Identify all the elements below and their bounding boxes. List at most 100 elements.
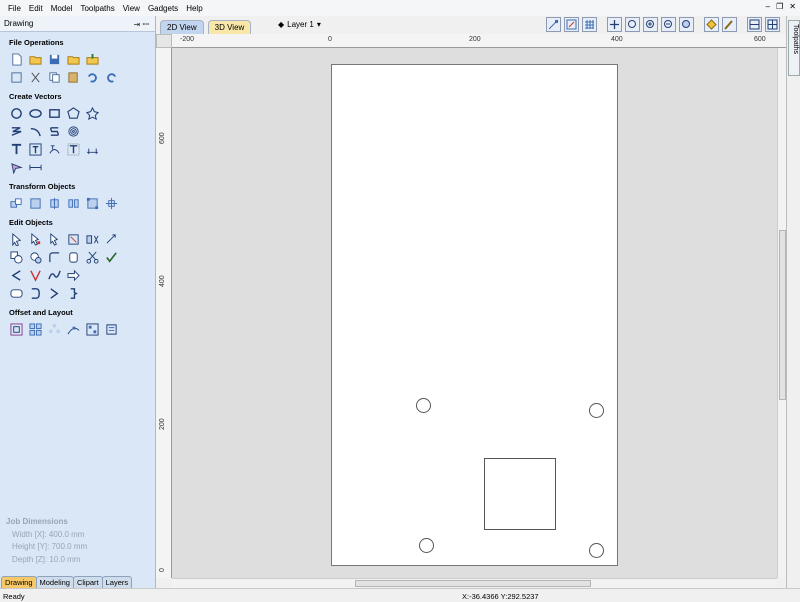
snap-icon[interactable] (704, 17, 719, 32)
spiral-icon[interactable] (66, 124, 80, 138)
arrow-shape-icon[interactable] (66, 268, 80, 282)
zoom-fit-icon[interactable] (679, 17, 694, 32)
vector-select-icon[interactable] (546, 17, 561, 32)
ruler-corner[interactable] (156, 34, 172, 48)
layer-select[interactable]: ◆ Layer 1 ▾ (278, 20, 321, 29)
mirror-icon[interactable] (66, 196, 80, 210)
text-on-curve-icon[interactable] (47, 142, 61, 156)
align-center-icon[interactable] (47, 196, 61, 210)
bracket-icon[interactable] (66, 286, 80, 300)
circle-vector[interactable] (416, 398, 431, 413)
scale-icon[interactable] (85, 196, 99, 210)
move-icon[interactable] (9, 196, 23, 210)
open-vector-icon[interactable] (9, 268, 23, 282)
grid-icon[interactable] (582, 17, 597, 32)
curve-icon[interactable] (47, 124, 61, 138)
close-icon[interactable]: ✕ (789, 2, 796, 11)
split-view-icon[interactable] (747, 17, 762, 32)
offset-shape-icon[interactable] (66, 250, 80, 264)
join-vector-icon[interactable] (28, 268, 42, 282)
measure-icon[interactable] (104, 232, 118, 246)
horizontal-scroll-thumb[interactable] (355, 580, 591, 587)
pin-icon[interactable]: ⇥ ꟷ (134, 19, 149, 30)
array-copy-icon[interactable] (28, 322, 42, 336)
tab-layers[interactable]: Layers (101, 576, 133, 588)
star-icon[interactable] (85, 106, 99, 120)
toolpaths-tab[interactable]: Toolpaths (788, 20, 800, 76)
select-icon[interactable] (9, 232, 23, 246)
text-frame-icon[interactable] (66, 142, 80, 156)
menu-model[interactable]: Model (47, 4, 77, 13)
toolpath-icon[interactable] (722, 17, 737, 32)
weld-icon[interactable] (9, 250, 23, 264)
node-edit-icon[interactable] (28, 232, 42, 246)
menu-toolpaths[interactable]: Toolpaths (76, 4, 118, 13)
auto-layout-icon[interactable] (104, 322, 118, 336)
nesting-icon[interactable] (85, 322, 99, 336)
rectangle-vector[interactable] (484, 458, 556, 530)
zoom-in-icon[interactable] (643, 17, 658, 32)
open-folder-icon[interactable] (66, 52, 80, 66)
material-sheet[interactable] (331, 64, 618, 566)
ellipse-icon[interactable] (28, 106, 42, 120)
subtract-icon[interactable] (28, 250, 42, 264)
circle-icon[interactable] (9, 106, 23, 120)
circular-array-icon[interactable] (47, 322, 61, 336)
menu-view[interactable]: View (119, 4, 144, 13)
circle-vector[interactable] (589, 403, 604, 418)
restore-icon[interactable]: ❐ (776, 2, 783, 11)
minimize-icon[interactable]: – (766, 2, 770, 11)
tab-modeling[interactable]: Modeling (35, 576, 74, 588)
save-icon[interactable] (47, 52, 61, 66)
split-icon[interactable] (85, 232, 99, 246)
new-file-icon[interactable] (9, 52, 23, 66)
drawing-canvas[interactable] (172, 48, 777, 578)
menu-gadgets[interactable]: Gadgets (144, 4, 182, 13)
job-setup-icon[interactable] (9, 70, 23, 84)
set-size-icon[interactable] (104, 196, 118, 210)
dimension-line-icon[interactable] (28, 160, 42, 174)
tab-clipart[interactable]: Clipart (72, 576, 103, 588)
cut-icon[interactable] (28, 70, 42, 84)
text-icon[interactable] (9, 142, 23, 156)
rectangle-icon[interactable] (47, 106, 61, 120)
polygon-icon[interactable] (66, 106, 80, 120)
circle-vector[interactable] (419, 538, 434, 553)
horizontal-scrollbar[interactable] (172, 578, 777, 588)
scissors-icon[interactable] (85, 250, 99, 264)
close-vector-icon[interactable] (28, 286, 42, 300)
smooth-curve-icon[interactable] (47, 268, 61, 282)
vertical-scrollbar[interactable] (777, 48, 786, 578)
rounded-rect-icon[interactable] (9, 286, 23, 300)
zoom-box-icon[interactable] (625, 17, 640, 32)
layout-icon[interactable] (765, 17, 780, 32)
arc-icon[interactable] (28, 124, 42, 138)
dimension-icon[interactable] (85, 142, 99, 156)
copy-icon[interactable] (47, 70, 61, 84)
import-icon[interactable] (85, 52, 99, 66)
copy-along-vector-icon[interactable] (66, 322, 80, 336)
transform-select-icon[interactable] (47, 232, 61, 246)
align-icon[interactable] (28, 196, 42, 210)
offset-icon[interactable] (9, 322, 23, 336)
circle-vector[interactable] (589, 543, 604, 558)
chevron-right-icon[interactable] (47, 286, 61, 300)
zoom-out-icon[interactable] (661, 17, 676, 32)
undo-icon[interactable] (85, 70, 99, 84)
node-edit-icon[interactable] (564, 17, 579, 32)
text-box-icon[interactable] (28, 142, 42, 156)
trim-icon[interactable] (66, 232, 80, 246)
pan-icon[interactable] (607, 17, 622, 32)
fillet-icon[interactable] (47, 250, 61, 264)
menu-edit[interactable]: Edit (25, 4, 47, 13)
drafting-icon[interactable] (9, 160, 23, 174)
polyline-icon[interactable] (9, 124, 23, 138)
tab-drawing[interactable]: Drawing (1, 576, 37, 588)
open-file-icon[interactable] (28, 52, 42, 66)
redo-icon[interactable] (104, 70, 118, 84)
tab-2d-view[interactable]: 2D View (160, 20, 204, 34)
paste-icon[interactable] (66, 70, 80, 84)
vertical-scroll-thumb[interactable] (779, 230, 786, 400)
menu-file[interactable]: File (4, 4, 25, 13)
menu-help[interactable]: Help (182, 4, 206, 13)
